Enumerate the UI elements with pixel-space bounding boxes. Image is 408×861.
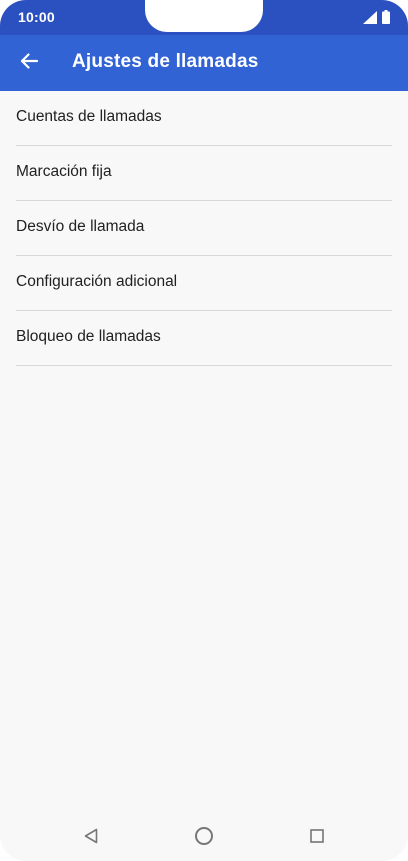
app-bar: Ajustes de llamadas [0,35,408,91]
list-item-cuentas-de-llamadas[interactable]: Cuentas de llamadas [16,91,392,146]
settings-list: Cuentas de llamadas Marcación fija Desví… [0,91,408,366]
phone-screen: 10:00 Ajustes de llamadas Cuentas de lla… [0,0,408,861]
list-item-label: Configuración adicional [16,273,178,290]
page-title: Ajustes de llamadas [72,51,259,72]
nav-home-button[interactable] [191,825,217,851]
arrow-left-icon [20,52,39,74]
list-item-label: Cuentas de llamadas [16,108,162,125]
list-item-bloqueo-de-llamadas[interactable]: Bloqueo de llamadas [16,311,392,366]
nav-back-icon [84,828,98,849]
list-item-label: Bloqueo de llamadas [16,328,161,345]
nav-recents-button[interactable] [304,825,330,851]
nav-back-button[interactable] [78,825,104,851]
status-time: 10:00 [18,9,55,25]
nav-home-icon [194,826,214,851]
navigation-bar [0,813,408,861]
status-icons [363,10,390,24]
list-item-desvio-de-llamada[interactable]: Desvío de llamada [16,201,392,256]
battery-icon [382,10,390,24]
list-item-marcacion-fija[interactable]: Marcación fija [16,146,392,201]
list-item-label: Marcación fija [16,163,112,180]
list-item-configuracion-adicional[interactable]: Configuración adicional [16,256,392,311]
display-notch [145,0,263,32]
back-button[interactable] [10,44,48,82]
status-bar: 10:00 [0,0,408,35]
nav-recents-icon [310,828,324,848]
list-item-label: Desvío de llamada [16,218,145,235]
signal-icon [363,11,377,24]
